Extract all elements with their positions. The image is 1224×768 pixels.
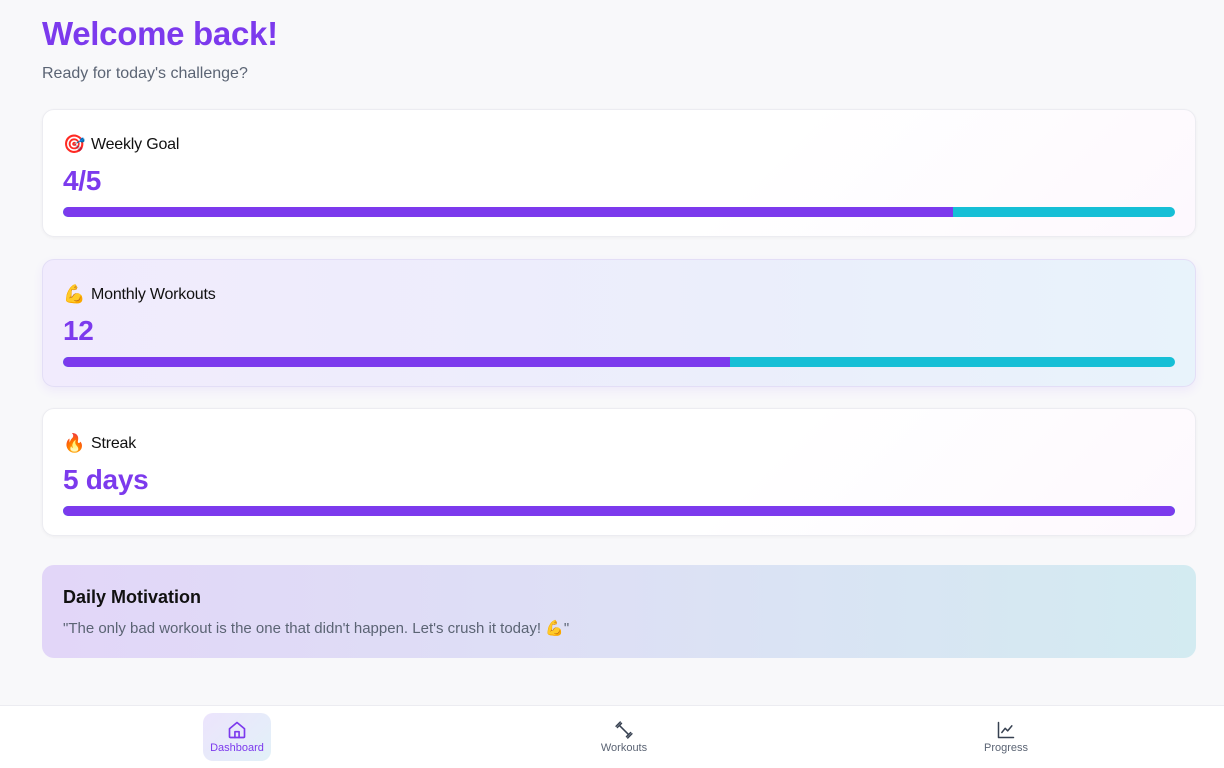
nav-label: Dashboard <box>210 742 264 754</box>
dumbbell-icon <box>615 721 633 739</box>
motivation-title: Daily Motivation <box>63 587 202 607</box>
progress-bar <box>63 207 1175 217</box>
target-icon: 🎯 <box>63 134 86 155</box>
nav-progress[interactable]: Progress <box>972 713 1040 761</box>
daily-motivation-card: Daily Motivation "The only bad workout i… <box>42 565 1196 658</box>
progress-fill <box>63 357 731 367</box>
flexed-biceps-icon: 💪 <box>63 284 86 305</box>
progress-fill <box>63 506 1175 516</box>
progress-fill <box>63 207 953 217</box>
home-icon <box>228 721 246 739</box>
nav-workouts[interactable]: Workouts <box>590 713 658 761</box>
card-value: 4/5 <box>63 165 102 196</box>
card-label: Weekly Goal <box>91 135 180 153</box>
streak-card[interactable]: 🔥 Streak 5 days <box>42 408 1196 536</box>
progress-bar <box>63 506 1175 516</box>
card-label: Monthly Workouts <box>91 285 216 303</box>
card-label: Streak <box>91 434 137 452</box>
fire-icon: 🔥 <box>63 433 86 454</box>
dashboard-main: Welcome back! Ready for today's challeng… <box>42 14 1196 658</box>
progress-bar <box>63 357 1175 367</box>
weekly-goal-card[interactable]: 🎯 Weekly Goal 4/5 <box>42 109 1196 237</box>
card-value: 12 <box>63 315 94 346</box>
motivation-quote: "The only bad workout is the one that di… <box>63 620 570 637</box>
nav-label: Progress <box>983 742 1029 754</box>
nav-dashboard[interactable]: Dashboard <box>203 713 271 761</box>
nav-label: Workouts <box>600 742 648 754</box>
chart-line-icon <box>997 721 1015 739</box>
card-value: 5 days <box>63 464 149 495</box>
page-title: Welcome back! <box>42 15 278 52</box>
page-subtitle: Ready for today's challenge? <box>42 65 248 82</box>
monthly-workouts-card[interactable]: 💪 Monthly Workouts 12 <box>42 259 1196 387</box>
bottom-nav: Dashboard Workouts Progress <box>0 705 1224 768</box>
